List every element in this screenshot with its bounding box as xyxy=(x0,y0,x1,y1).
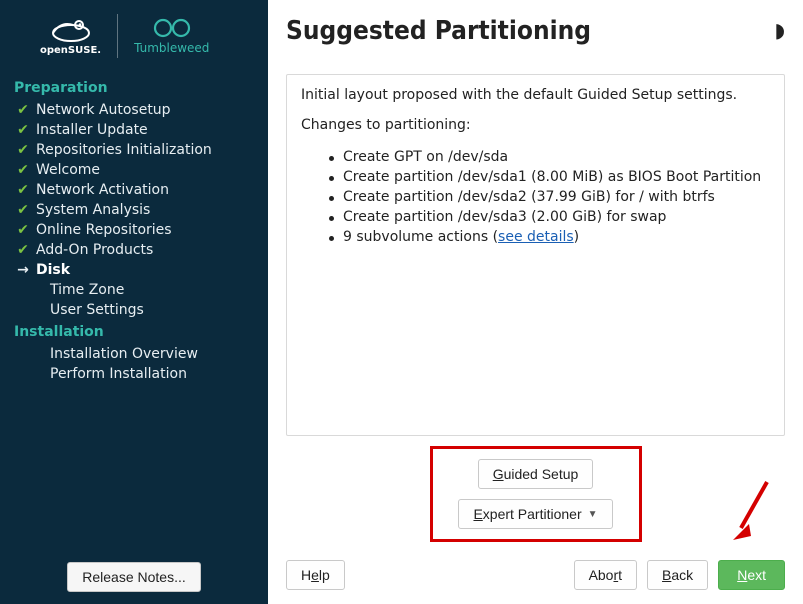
guided-setup-rest: uided Setup xyxy=(504,466,579,482)
back-button[interactable]: Back xyxy=(647,560,708,590)
changes-heading: Changes to partitioning: xyxy=(301,117,770,133)
change-item: Create partition /dev/sda1 (8.00 MiB) as… xyxy=(331,167,770,187)
see-details-link[interactable]: see details xyxy=(498,229,574,245)
change-item-subvolumes: 9 subvolume actions (see details) xyxy=(331,227,770,247)
nav-item-installer-update[interactable]: ✔ Installer Update xyxy=(12,120,256,140)
subvol-suffix: ) xyxy=(574,229,579,245)
nav-item-installation-overview[interactable]: Installation Overview xyxy=(12,344,256,364)
nav-item-welcome[interactable]: ✔ Welcome xyxy=(12,160,256,180)
brand-tumbleweed-label: Tumbleweed xyxy=(134,41,209,55)
change-item: Create partition /dev/sda3 (2.00 GiB) fo… xyxy=(331,207,770,227)
nav-item-repositories-initialization[interactable]: ✔ Repositories Initialization xyxy=(12,140,256,160)
nav-label: Perform Installation xyxy=(50,366,187,382)
nav-item-perform-installation[interactable]: Perform Installation xyxy=(12,364,256,384)
release-notes-button[interactable]: Release Notes... xyxy=(67,562,201,592)
nav-label: Network Activation xyxy=(36,182,169,198)
nav-item-addon-products[interactable]: ✔ Add-On Products xyxy=(12,240,256,260)
main: Suggested Partitioning ◗ Initial layout … xyxy=(268,0,803,604)
nav-label: System Analysis xyxy=(36,202,150,218)
nav-heading-installation: Installation xyxy=(12,320,256,344)
branding: openSUSE. Tumbleweed xyxy=(12,10,256,72)
intro-text: Initial layout proposed with the default… xyxy=(301,87,770,103)
bottom-bar: Help Abort Back Next xyxy=(286,560,785,590)
subvol-prefix: 9 subvolume actions ( xyxy=(343,229,498,245)
check-icon: ✔ xyxy=(16,102,30,118)
tumbleweed-logo-icon xyxy=(150,17,194,39)
nav-label: Time Zone xyxy=(50,282,124,298)
nav: Preparation ✔ Network Autosetup ✔ Installe… xyxy=(12,76,256,554)
nav-label: Repositories Initialization xyxy=(36,142,212,158)
content-card: Initial layout proposed with the default… xyxy=(286,74,785,436)
nav-item-online-repositories[interactable]: ✔ Online Repositories xyxy=(12,220,256,240)
brand-tumbleweed: Tumbleweed xyxy=(134,17,209,55)
help-button[interactable]: Help xyxy=(286,560,345,590)
nav-item-network-autosetup[interactable]: ✔ Network Autosetup xyxy=(12,100,256,120)
nav-item-disk[interactable]: → Disk xyxy=(12,260,256,280)
nav-item-user-settings[interactable]: User Settings xyxy=(12,300,256,320)
change-item: Create GPT on /dev/sda xyxy=(331,147,770,167)
nav-item-time-zone[interactable]: Time Zone xyxy=(12,280,256,300)
annotation-highlight-box: Guided Setup Expert Partitioner ▼ xyxy=(430,446,642,542)
nav-label: Network Autosetup xyxy=(36,102,171,118)
opensuse-logo-icon xyxy=(49,17,93,43)
nav-heading-preparation: Preparation xyxy=(12,76,256,100)
check-icon: ✔ xyxy=(16,242,30,258)
nav-item-system-analysis[interactable]: ✔ System Analysis xyxy=(12,200,256,220)
nav-label: Installer Update xyxy=(36,122,148,138)
page-title: Suggested Partitioning xyxy=(286,16,591,46)
change-item: Create partition /dev/sda2 (37.99 GiB) f… xyxy=(331,187,770,207)
nav-label: Online Repositories xyxy=(36,222,172,238)
brand-opensuse-label: openSUSE. xyxy=(40,45,101,56)
expert-partitioner-rest: xpert Partitioner xyxy=(483,506,582,522)
guided-setup-button[interactable]: Guided Setup xyxy=(478,459,594,489)
brand-divider xyxy=(117,14,118,58)
expert-partitioner-button[interactable]: Expert Partitioner ▼ xyxy=(458,499,612,529)
nav-label: Welcome xyxy=(36,162,100,178)
nav-label: Installation Overview xyxy=(50,346,198,362)
check-icon: ✔ xyxy=(16,222,30,238)
sidebar: openSUSE. Tumbleweed Preparation ✔ Networ… xyxy=(0,0,268,604)
nav-label: Disk xyxy=(36,262,70,278)
changes-list: Create GPT on /dev/sda Create partition … xyxy=(301,147,770,247)
nav-label: User Settings xyxy=(50,302,144,318)
brand-opensuse: openSUSE. xyxy=(40,17,101,56)
nav-item-network-activation[interactable]: ✔ Network Activation xyxy=(12,180,256,200)
abort-button[interactable]: Abort xyxy=(574,560,637,590)
check-icon: ✔ xyxy=(16,142,30,158)
arrow-right-icon: → xyxy=(16,262,30,278)
contrast-toggle-icon[interactable]: ◗ xyxy=(774,16,785,42)
check-icon: ✔ xyxy=(16,182,30,198)
mid-buttons: Guided Setup Expert Partitioner ▼ xyxy=(286,446,785,542)
next-button[interactable]: Next xyxy=(718,560,785,590)
check-icon: ✔ xyxy=(16,202,30,218)
check-icon: ✔ xyxy=(16,122,30,138)
check-icon: ✔ xyxy=(16,162,30,178)
caret-down-icon: ▼ xyxy=(588,509,598,520)
nav-label: Add-On Products xyxy=(36,242,153,258)
